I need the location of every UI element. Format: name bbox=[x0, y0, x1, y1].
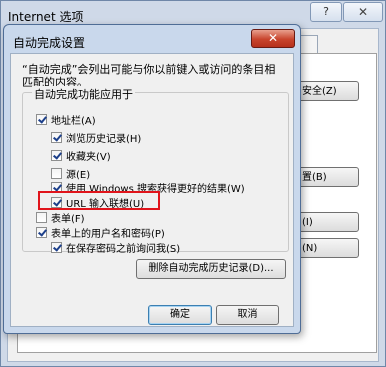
checkbox-label: 源(E) bbox=[66, 170, 91, 181]
checkbox-box[interactable] bbox=[51, 150, 62, 161]
button-i-partial[interactable]: (I) bbox=[297, 212, 359, 232]
window-close-button[interactable]: ✕ bbox=[343, 2, 383, 22]
cancel-button[interactable]: 取消 bbox=[216, 305, 279, 325]
checkbox-address-bar[interactable]: 地址栏(A) bbox=[36, 113, 96, 127]
checkbox-label: 表单(F) bbox=[51, 214, 85, 225]
url-suggestion-highlight-box bbox=[38, 191, 160, 210]
dialog-close-button[interactable]: ✕ bbox=[251, 29, 295, 48]
internet-options-title: Internet 选项 bbox=[8, 10, 84, 24]
checkbox-box[interactable] bbox=[51, 168, 62, 179]
delete-autocomplete-history-button[interactable]: 删除自动完成历史记录(D)... bbox=[136, 259, 286, 279]
button-n-partial[interactable]: (N) bbox=[297, 238, 359, 258]
help-button[interactable]: ? bbox=[310, 2, 342, 22]
checkbox-favorites[interactable]: 收藏夹(V) bbox=[51, 149, 111, 163]
group-label: 自动完成功能应用于 bbox=[32, 86, 135, 102]
checkbox-box[interactable] bbox=[51, 132, 62, 143]
checkbox-box[interactable] bbox=[36, 114, 47, 125]
checkbox-ask-before-saving[interactable]: 在保存密码之前询问我(S) bbox=[51, 241, 181, 255]
checkbox-label: 表单上的用户名和密码(P) bbox=[51, 229, 165, 240]
ok-button[interactable]: 确定 bbox=[148, 305, 212, 325]
checkbox-label: 浏览历史记录(H) bbox=[66, 134, 142, 145]
checkbox-form-credentials[interactable]: 表单上的用户名和密码(P) bbox=[36, 226, 165, 240]
settings-button-partial[interactable]: 置(B) bbox=[297, 167, 359, 187]
checkbox-feeds[interactable]: 源(E) bbox=[51, 167, 91, 181]
security-button[interactable]: 安全(Z) bbox=[297, 81, 359, 101]
checkbox-label: 地址栏(A) bbox=[51, 116, 96, 127]
checkbox-label: 收藏夹(V) bbox=[66, 152, 111, 163]
checkbox-box[interactable] bbox=[36, 227, 47, 238]
checkbox-browsing-history[interactable]: 浏览历史记录(H) bbox=[51, 131, 142, 145]
checkbox-forms[interactable]: 表单(F) bbox=[36, 211, 85, 225]
checkbox-box[interactable] bbox=[36, 212, 47, 223]
dialog-title: 自动完成设置 bbox=[13, 36, 86, 50]
checkbox-label: 在保存密码之前询问我(S) bbox=[66, 244, 181, 255]
checkbox-box[interactable] bbox=[51, 242, 62, 253]
